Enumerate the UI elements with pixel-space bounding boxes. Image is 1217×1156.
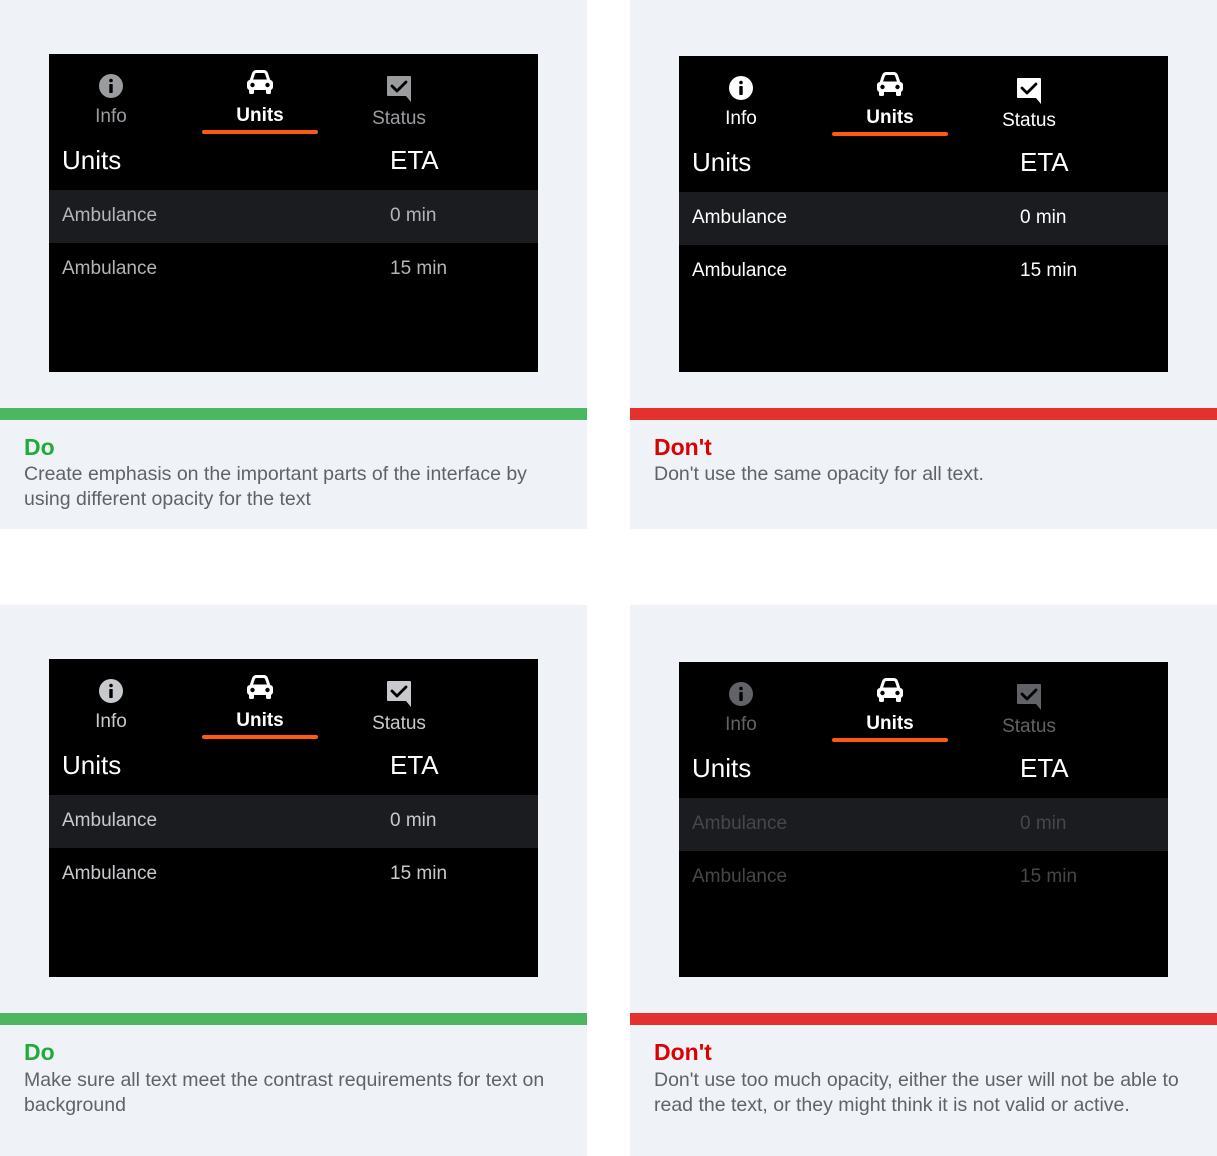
verdict-bar: [630, 1013, 1217, 1025]
column-header-units: Units: [692, 147, 752, 177]
tab-units[interactable]: Units: [202, 54, 318, 138]
unit-name: Ambulance: [62, 810, 158, 831]
verdict-label: Do: [24, 1039, 55, 1065]
unit-eta: 15 min: [390, 258, 448, 279]
verdict-label: Don't: [654, 434, 712, 460]
unit-eta: 15 min: [1020, 866, 1078, 887]
guideline-description: Don't use the same opacity for all text.: [654, 463, 984, 485]
tab-label: Status: [1002, 110, 1056, 131]
tab-bar: Info Units Status: [679, 56, 1168, 142]
tab-bar: Info Units Status: [49, 659, 538, 745]
info-icon: [729, 682, 753, 706]
tab-bar: Info Units Status: [679, 662, 1168, 748]
tab-units[interactable]: Units: [832, 662, 948, 746]
unit-name: Ambulance: [692, 207, 788, 228]
table-row[interactable]: Ambulance 15 min: [49, 243, 538, 296]
tab-label: Status: [372, 713, 426, 734]
column-header-eta: ETA: [1020, 753, 1069, 783]
verdict-bar: [630, 408, 1217, 420]
car-icon: [247, 675, 273, 699]
tab-label: Units: [866, 107, 914, 128]
column-header-eta: ETA: [390, 750, 439, 780]
example-screen: Info Units Status Units ETA Ambulance 0 …: [679, 56, 1168, 372]
tab-status[interactable]: Status: [359, 659, 439, 743]
unit-name: Ambulance: [692, 866, 788, 887]
tab-info[interactable]: Info: [701, 662, 781, 746]
example-screen: Info Units Status Units ETA Ambulance 0 …: [49, 659, 538, 977]
unit-eta: 0 min: [1020, 207, 1067, 228]
column-header-units: Units: [62, 750, 122, 780]
info-icon: [99, 679, 123, 703]
unit-name: Ambulance: [692, 813, 788, 834]
guideline-description: Make sure all text meet the contrast req…: [24, 1069, 545, 1116]
verdict-label: Do: [24, 434, 55, 460]
unit-name: Ambulance: [62, 258, 158, 279]
tab-label: Info: [725, 714, 757, 735]
column-header-eta: ETA: [390, 145, 439, 175]
column-header-eta: ETA: [1020, 147, 1069, 177]
table-row[interactable]: Ambulance 0 min: [49, 795, 538, 848]
example-screen: Info Units Status Units ETA Ambulance 0 …: [679, 662, 1168, 977]
guideline-card-do: Info Units Status Units ETA Ambulance 0 …: [0, 605, 587, 1156]
unit-name: Ambulance: [692, 260, 788, 281]
info-icon: [99, 74, 123, 98]
guideline-card-dont: Info Units Status Units ETA Ambulance 0 …: [630, 0, 1217, 529]
tab-label: Info: [95, 711, 127, 732]
table-row[interactable]: Ambulance 15 min: [679, 851, 1168, 904]
tab-label: Status: [1002, 716, 1056, 737]
verdict-label: Don't: [654, 1039, 712, 1065]
verdict-bar: [0, 408, 587, 420]
active-tab-indicator: [202, 130, 318, 134]
unit-eta: 15 min: [390, 863, 448, 884]
verdict-bar: [0, 1013, 587, 1025]
guideline-description: Don't use too much opacity, either the u…: [654, 1069, 1179, 1116]
info-icon: [729, 76, 753, 100]
tab-bar: Info Units Status: [49, 54, 538, 140]
tab-label: Info: [725, 108, 757, 129]
status-check-icon: [387, 681, 411, 707]
tab-status[interactable]: Status: [989, 56, 1069, 140]
tab-label: Units: [236, 710, 284, 731]
table-row[interactable]: Ambulance 0 min: [49, 190, 538, 243]
car-icon: [877, 678, 903, 702]
status-check-icon: [1017, 78, 1041, 104]
tab-info[interactable]: Info: [701, 56, 781, 140]
tab-info[interactable]: Info: [71, 659, 151, 743]
unit-name: Ambulance: [62, 205, 158, 226]
unit-name: Ambulance: [62, 863, 158, 884]
tab-status[interactable]: Status: [989, 662, 1069, 746]
table-row[interactable]: Ambulance 15 min: [49, 848, 538, 901]
column-header-units: Units: [62, 145, 122, 175]
column-header-units: Units: [692, 753, 752, 783]
tab-info[interactable]: Info: [71, 54, 151, 138]
unit-eta: 0 min: [1020, 813, 1067, 834]
table-row[interactable]: Ambulance 15 min: [679, 245, 1168, 298]
guideline-description: Create emphasis on the important parts o…: [24, 463, 527, 510]
tab-label: Status: [372, 108, 426, 129]
unit-eta: 15 min: [1020, 260, 1078, 281]
example-screen: Info Units Status Units ETA Ambulance 0 …: [49, 54, 538, 372]
table-row[interactable]: Ambulance 0 min: [679, 192, 1168, 245]
tab-label: Info: [95, 106, 127, 127]
status-check-icon: [387, 76, 411, 102]
tab-label: Units: [866, 713, 914, 734]
active-tab-indicator: [832, 132, 948, 136]
tab-units[interactable]: Units: [832, 56, 948, 140]
status-check-icon: [1017, 684, 1041, 710]
active-tab-indicator: [832, 738, 948, 742]
tab-units[interactable]: Units: [202, 659, 318, 743]
active-tab-indicator: [202, 735, 318, 739]
tab-label: Units: [236, 105, 284, 126]
car-icon: [247, 70, 273, 94]
guideline-card-dont: Info Units Status Units ETA Ambulance 0 …: [630, 605, 1217, 1156]
unit-eta: 0 min: [390, 205, 437, 226]
tab-status[interactable]: Status: [359, 54, 439, 138]
table-row[interactable]: Ambulance 0 min: [679, 798, 1168, 851]
unit-eta: 0 min: [390, 810, 437, 831]
car-icon: [877, 72, 903, 96]
guideline-card-do: Info Units Status Units ETA Ambulance 0 …: [0, 0, 587, 529]
